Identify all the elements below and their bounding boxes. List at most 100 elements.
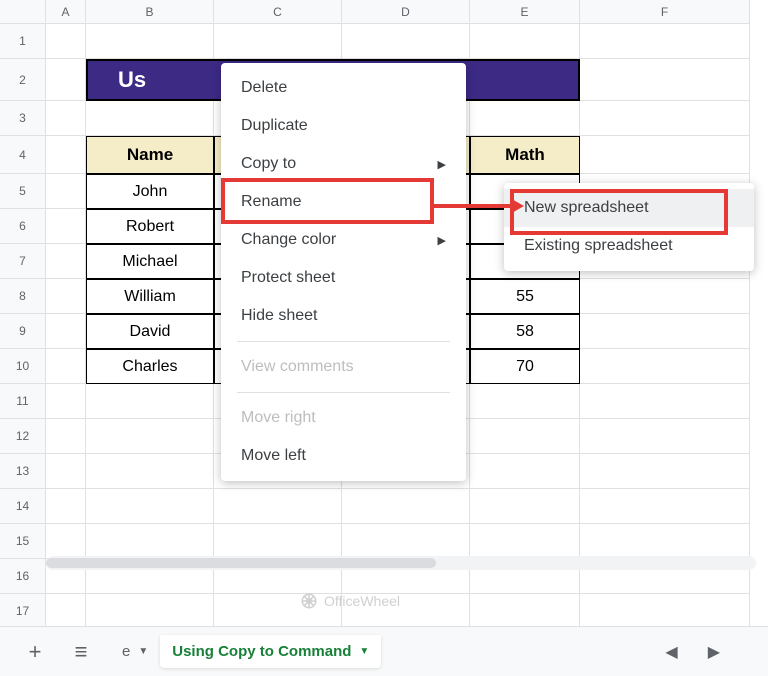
cell[interactable] (214, 489, 342, 524)
row-header[interactable]: 17 (0, 594, 46, 629)
row-header[interactable]: 5 (0, 174, 46, 209)
menu-protect-sheet[interactable]: Protect sheet (221, 259, 466, 297)
cell[interactable] (86, 101, 214, 136)
tab-scroll-right[interactable]: ▶ (708, 642, 720, 662)
cell[interactable] (580, 314, 750, 349)
cell[interactable] (470, 24, 580, 59)
cell[interactable] (342, 24, 470, 59)
menu-hide-sheet[interactable]: Hide sheet (221, 297, 466, 335)
cell[interactable] (580, 454, 750, 489)
all-sheets-button[interactable]: ≡ (64, 635, 98, 669)
cell[interactable] (470, 454, 580, 489)
row-header[interactable]: 3 (0, 101, 46, 136)
row-header[interactable]: 14 (0, 489, 46, 524)
cell-math[interactable]: 70 (470, 349, 580, 384)
cell[interactable] (46, 384, 86, 419)
select-all-corner[interactable] (0, 0, 46, 24)
cell[interactable] (580, 24, 750, 59)
row-header[interactable]: 16 (0, 559, 46, 594)
cell[interactable] (46, 279, 86, 314)
cell[interactable] (580, 101, 750, 136)
cell[interactable] (46, 489, 86, 524)
cell[interactable] (214, 524, 342, 559)
cell[interactable] (470, 384, 580, 419)
cell[interactable] (86, 454, 214, 489)
cell[interactable] (46, 101, 86, 136)
col-header-c[interactable]: C (214, 0, 342, 24)
col-header-e[interactable]: E (470, 0, 580, 24)
cell-name[interactable]: Michael (86, 244, 214, 279)
cell[interactable] (46, 419, 86, 454)
row-header[interactable]: 4 (0, 136, 46, 174)
cell[interactable] (46, 349, 86, 384)
col-header-a[interactable]: A (46, 0, 86, 24)
cell[interactable] (580, 384, 750, 419)
menu-duplicate[interactable]: Duplicate (221, 107, 466, 145)
menu-rename[interactable]: Rename (221, 183, 466, 221)
cell[interactable] (580, 59, 750, 101)
cell[interactable] (580, 594, 750, 629)
menu-move-left[interactable]: Move left (221, 437, 466, 475)
sheet-tab-active[interactable]: Using Copy to Command ▼ (160, 635, 381, 668)
cell[interactable] (470, 489, 580, 524)
cell[interactable] (46, 174, 86, 209)
th-name[interactable]: Name (86, 136, 214, 174)
cell[interactable] (342, 489, 470, 524)
cell[interactable] (46, 524, 86, 559)
cell[interactable] (580, 489, 750, 524)
cell[interactable] (470, 101, 580, 136)
row-header[interactable]: 15 (0, 524, 46, 559)
cell[interactable] (580, 349, 750, 384)
cell[interactable] (580, 279, 750, 314)
scrollbar-thumb[interactable] (46, 558, 436, 568)
cell[interactable] (46, 209, 86, 244)
row-header[interactable]: 8 (0, 279, 46, 314)
col-header-b[interactable]: B (86, 0, 214, 24)
cell[interactable] (46, 136, 86, 174)
cell[interactable] (580, 136, 750, 174)
row-header[interactable]: 11 (0, 384, 46, 419)
cell-name[interactable]: William (86, 279, 214, 314)
menu-change-color[interactable]: Change color▶ (221, 221, 466, 259)
cell[interactable] (86, 489, 214, 524)
cell[interactable] (86, 594, 214, 629)
th-math[interactable]: Math (470, 136, 580, 174)
cell-name[interactable]: Robert (86, 209, 214, 244)
cell[interactable] (214, 24, 342, 59)
row-header[interactable]: 13 (0, 454, 46, 489)
horizontal-scrollbar[interactable] (46, 556, 756, 570)
cell[interactable] (342, 524, 470, 559)
cell[interactable] (470, 524, 580, 559)
menu-copy-to[interactable]: Copy to▶ (221, 145, 466, 183)
row-header[interactable]: 2 (0, 59, 46, 101)
sheet-tab-partial[interactable]: e ▼ (110, 635, 160, 668)
cell-name[interactable]: John (86, 174, 214, 209)
cell[interactable] (86, 524, 214, 559)
cell[interactable] (580, 524, 750, 559)
row-header[interactable]: 10 (0, 349, 46, 384)
row-header[interactable]: 12 (0, 419, 46, 454)
row-header[interactable]: 6 (0, 209, 46, 244)
cell[interactable] (46, 594, 86, 629)
cell[interactable] (46, 454, 86, 489)
cell-name[interactable]: Charles (86, 349, 214, 384)
cell[interactable] (470, 419, 580, 454)
cell[interactable] (46, 24, 86, 59)
cell[interactable] (86, 24, 214, 59)
col-header-f[interactable]: F (580, 0, 750, 24)
col-header-d[interactable]: D (342, 0, 470, 24)
cell[interactable] (86, 384, 214, 419)
submenu-new-spreadsheet[interactable]: New spreadsheet (504, 189, 754, 227)
cell[interactable] (470, 594, 580, 629)
row-header[interactable]: 1 (0, 24, 46, 59)
menu-delete[interactable]: Delete (221, 69, 466, 107)
cell-math[interactable]: 55 (470, 279, 580, 314)
cell[interactable] (580, 419, 750, 454)
cell[interactable] (46, 314, 86, 349)
tab-scroll-left[interactable]: ◀ (665, 642, 677, 662)
cell[interactable] (46, 59, 86, 101)
cell-name[interactable]: David (86, 314, 214, 349)
add-sheet-button[interactable]: + (18, 635, 52, 669)
cell[interactable] (46, 244, 86, 279)
row-header[interactable]: 9 (0, 314, 46, 349)
